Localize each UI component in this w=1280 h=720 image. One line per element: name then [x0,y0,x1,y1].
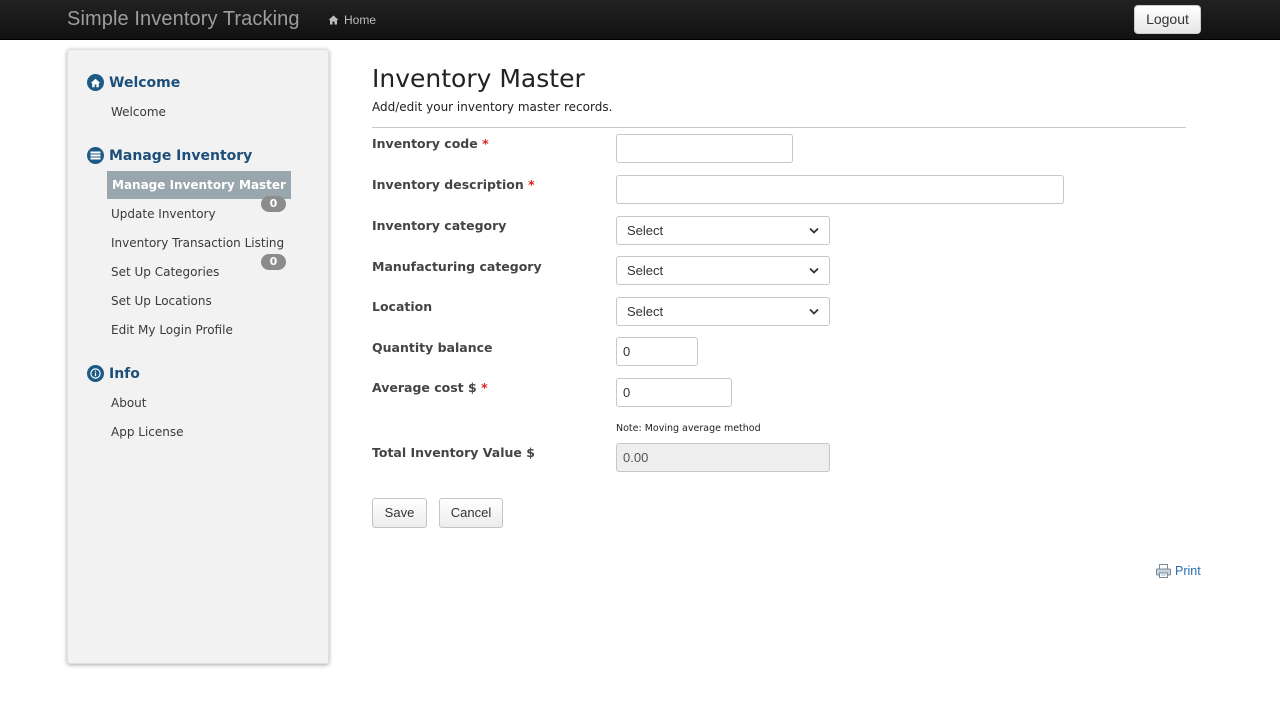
home-icon [328,15,339,25]
sidebar-section-title: Info [109,365,140,382]
top-navbar: Simple Inventory Tracking Home Logout [0,0,1280,40]
average-cost-input[interactable] [616,378,732,407]
list-icon [87,147,104,164]
total-inventory-value-label: Total Inventory Value $ [372,445,535,460]
moving-average-note: Note: Moving average method [616,423,761,434]
inventory-category-select[interactable]: Select [616,216,830,245]
chevron-down-icon [809,227,819,234]
required-marker: * [481,380,488,395]
sidebar-item-set-up-categories[interactable]: Set Up Categories [111,265,219,279]
sidebar-item-app-license[interactable]: App License [111,425,184,439]
sidebar-section-manage-inventory: Manage Inventory [87,147,252,164]
sidebar-section-info: Info [87,365,140,382]
page-subtitle: Add/edit your inventory master records. [372,100,613,114]
sidebar-item-manage-inventory-master[interactable]: Manage Inventory Master [107,171,291,199]
inventory-code-label: Inventory code * [372,136,489,151]
manufacturing-category-select[interactable]: Select [616,256,830,285]
sidebar-item-inventory-transaction-listing[interactable]: Inventory Transaction Listing [111,236,284,250]
required-marker: * [482,136,489,151]
sidebar-item-update-inventory[interactable]: Update Inventory [111,207,216,221]
manufacturing-category-label: Manufacturing category [372,259,542,274]
sidebar-section-title: Manage Inventory [109,147,253,164]
quantity-balance-input[interactable] [616,337,698,366]
sidebar-item-edit-login-profile[interactable]: Edit My Login Profile [111,323,233,337]
inventory-description-label: Inventory description * [372,177,535,192]
home-icon [87,74,104,91]
print-label: Print [1175,564,1201,578]
sidebar: Welcome Welcome Manage Inventory Manage … [67,49,329,664]
field-label-text: Inventory description [372,177,524,192]
chevron-down-icon [809,267,819,274]
location-select[interactable]: Select [616,297,830,326]
inventory-code-input[interactable] [616,134,793,163]
selected-value: Select [627,263,664,278]
quantity-balance-label: Quantity balance [372,340,493,355]
page-title: Inventory Master [372,64,585,93]
sidebar-item-welcome[interactable]: Welcome [111,105,166,119]
sidebar-section-title: Welcome [109,74,181,91]
save-button[interactable]: Save [372,498,427,528]
location-label: Location [372,299,433,314]
cancel-button[interactable]: Cancel [439,498,503,528]
printer-icon [1156,564,1171,578]
count-badge: 0 [261,196,286,212]
app-brand[interactable]: Simple Inventory Tracking [67,8,300,31]
total-inventory-value-field [616,443,830,472]
field-label-text: Inventory code [372,136,478,151]
chevron-down-icon [809,308,819,315]
info-icon [87,365,104,382]
print-link[interactable]: Print [1156,564,1201,578]
inventory-category-label: Inventory category [372,218,507,233]
nav-home-label: Home [344,13,377,27]
count-badge: 0 [261,254,286,270]
logout-button[interactable]: Logout [1134,5,1201,34]
average-cost-label: Average cost $ * [372,380,488,395]
sidebar-section-welcome: Welcome [87,74,180,91]
inventory-description-input[interactable] [616,175,1064,204]
required-marker: * [528,177,535,192]
divider [372,127,1186,128]
sidebar-item-about[interactable]: About [111,396,146,410]
nav-home-link[interactable]: Home [328,13,376,27]
selected-value: Select [627,304,664,319]
field-label-text: Average cost $ [372,380,477,395]
sidebar-item-set-up-locations[interactable]: Set Up Locations [111,294,212,308]
selected-value: Select [627,223,664,238]
